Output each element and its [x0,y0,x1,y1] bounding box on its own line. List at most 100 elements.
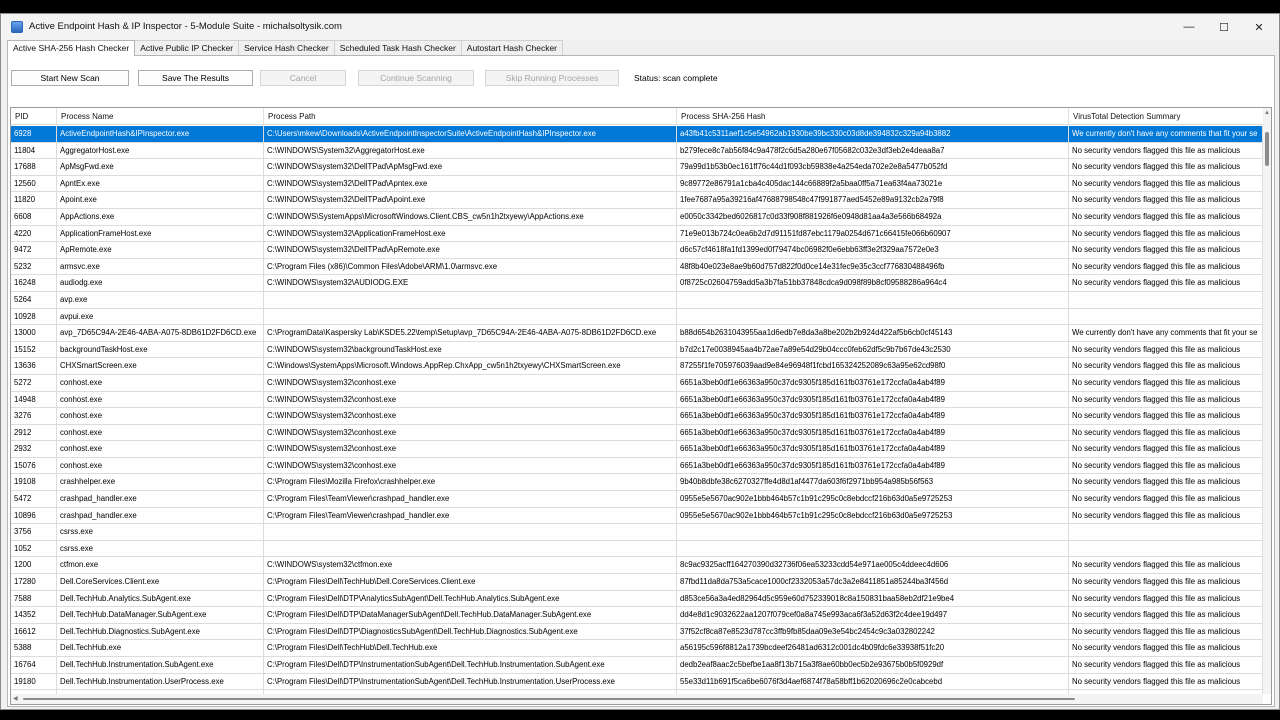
pid-cell[interactable]: 15076 [11,457,57,474]
table-row[interactable]: 15076 conhost.exe C:\WINDOWS\system32\conh… [11,457,1263,475]
pid-cell[interactable]: 10928 [11,308,57,325]
horizontal-scrollbar[interactable]: ◀ [11,694,1263,704]
table-row[interactable]: 5232 armsvc.exe C:\Program Files (x86)\Com… [11,258,1263,276]
table-row[interactable]: 16612 Dell.TechHub.Diagnostics.SubAgent.e… [11,623,1263,641]
pid-cell[interactable]: 4220 [11,225,57,242]
vt-summary-cell[interactable]: No security vendors flagged this file as… [1069,358,1263,375]
pid-cell[interactable]: 3756 [11,524,57,541]
start-new-scan-button[interactable]: Start New Scan [11,70,129,86]
title-bar[interactable]: Active Endpoint Hash & IP Inspector - 5-… [1,14,1279,40]
process-path-cell[interactable]: C:\WINDOWS\SystemApps\MicrosoftWindows.C… [264,208,677,225]
hash-cell[interactable]: 48f8b40e023e8ae9b60d757d822f0d0ce14e31fe… [677,258,1069,275]
process-path-cell[interactable]: C:\Program Files\Dell\TechHub\Dell.CoreS… [264,574,677,591]
vt-summary-cell[interactable]: No security vendors flagged this file as… [1069,192,1263,209]
column-header-virustotal-summary[interactable]: VirusTotal Detection Summary [1069,108,1271,125]
pid-cell[interactable]: 11820 [11,192,57,209]
pid-cell[interactable]: 12560 [11,175,57,192]
process-path-cell[interactable]: C:\Program Files\TeamViewer\crashpad_han… [264,491,677,508]
hash-cell[interactable] [677,291,1069,308]
pid-cell[interactable]: 5472 [11,491,57,508]
process-name-cell[interactable]: armsvc.exe [57,258,264,275]
pid-cell[interactable]: 5388 [11,640,57,657]
vt-summary-cell[interactable]: No security vendors flagged this file as… [1069,623,1263,640]
process-name-cell[interactable]: ApplicationFrameHost.exe [57,225,264,242]
tab-autostart-hash-checker[interactable]: Autostart Hash Checker [460,40,564,55]
hash-cell[interactable]: 6651a3beb0df1e66363a950c37dc9305f185d161… [677,441,1069,458]
vertical-scrollbar[interactable]: ▲ [1263,108,1271,694]
process-path-cell[interactable]: C:\WINDOWS\system32\ctfmon.exe [264,557,677,574]
vt-summary-cell[interactable]: No security vendors flagged this file as… [1069,159,1263,176]
pid-cell[interactable]: 10896 [11,507,57,524]
hash-cell[interactable]: 1fee7687a95a39216af47688798548c47f991877… [677,192,1069,209]
hash-cell[interactable]: d853ce56a3a4ed82964d5c959e60d752339018c8… [677,590,1069,607]
hash-cell[interactable]: b88d654b2631043955aa1d6edb7e8da3a8be202b… [677,325,1069,342]
pid-cell[interactable]: 13000 [11,325,57,342]
process-name-cell[interactable]: AppActions.exe [57,208,264,225]
vt-summary-cell[interactable]: No security vendors flagged this file as… [1069,408,1263,425]
process-path-cell[interactable]: C:\Users\mkew\Downloads\ActiveEndpointIn… [264,126,677,142]
pid-cell[interactable]: 1052 [11,540,57,557]
pid-cell[interactable]: 19180 [11,673,57,690]
process-name-cell[interactable]: Dell.TechHub.Instrumentation.SubAgent.ex… [57,657,264,673]
hash-cell[interactable]: dd4e8d1c9032622aa1207f079cef0a8a745e993a… [677,607,1069,624]
process-path-cell[interactable]: C:\Program Files\TeamViewer\crashpad_han… [264,507,677,524]
column-header-sha256-hash[interactable]: Process SHA-256 Hash [677,108,1069,125]
hash-cell[interactable]: a43fb41c5311aef1c5e54962ab1930be39bc330c… [677,126,1069,142]
process-path-cell[interactable]: C:\WINDOWS\system32\backgroundTaskHost.e… [264,341,677,358]
process-name-cell[interactable]: ApMsgFwd.exe [57,159,264,176]
vt-summary-cell[interactable]: No security vendors flagged this file as… [1069,457,1263,474]
pid-cell[interactable]: 14948 [11,391,57,408]
process-path-cell[interactable]: C:\Program Files\Dell\DTP\DataManagerSub… [264,607,677,624]
process-path-cell[interactable]: C:\WINDOWS\system32\conhost.exe [264,374,677,391]
hash-cell[interactable]: 8c9ac9325acff164270390d32736f06ea53233cd… [677,557,1069,574]
process-path-cell[interactable]: C:\Program Files\Dell\DTP\AnalyticsSubAg… [264,590,677,607]
vt-summary-cell[interactable]: No security vendors flagged this file as… [1069,491,1263,508]
table-row[interactable]: 16764 Dell.TechHub.Instrumentation.SubAge… [11,657,1263,674]
minimize-button[interactable]: — [1171,14,1207,40]
vt-summary-cell[interactable]: No security vendors flagged this file as… [1069,441,1263,458]
tab-active-sha256-hash-checker[interactable]: Active SHA-256 Hash Checker [7,40,136,56]
vt-summary-cell[interactable]: No security vendors flagged this file as… [1069,657,1263,673]
hash-cell[interactable]: 87255f1fe705976039aad9e84e96948f1fcbd165… [677,358,1069,375]
vt-summary-cell[interactable]: No security vendors flagged this file as… [1069,424,1263,441]
column-header-pid[interactable]: PID [11,108,57,125]
vt-summary-cell[interactable]: No security vendors flagged this file as… [1069,391,1263,408]
process-path-cell[interactable]: C:\WINDOWS\system32\conhost.exe [264,408,677,425]
hash-cell[interactable]: 6651a3beb0df1e66363a950c37dc9305f185d161… [677,391,1069,408]
pid-cell[interactable]: 3276 [11,408,57,425]
vt-summary-cell[interactable]: No security vendors flagged this file as… [1069,258,1263,275]
table-row[interactable]: 5472 crashpad_handler.exe C:\Program Files… [11,491,1263,508]
pid-cell[interactable]: 15152 [11,341,57,358]
process-name-cell[interactable]: avpui.exe [57,308,264,325]
process-path-cell[interactable]: C:\WINDOWS\system32\ApplicationFrameHost… [264,225,677,242]
process-path-cell[interactable] [264,540,677,557]
table-row[interactable]: 13636 CHXSmartScreen.exe C:\Windows\System… [11,358,1263,375]
process-name-cell[interactable]: crashpad_handler.exe [57,491,264,508]
hash-cell[interactable]: 9c89772e86791a1cba4c405dac144c66889f2a5b… [677,175,1069,192]
hash-cell[interactable] [677,540,1069,557]
vt-summary-cell[interactable]: We currently don't have any comments tha… [1069,325,1263,342]
pid-cell[interactable]: 16612 [11,623,57,640]
hash-cell[interactable]: 0955e5e5670ac902e1bbb464b57c1b91c295c0c8… [677,507,1069,524]
process-name-cell[interactable]: Dell.TechHub.Instrumentation.UserProcess… [57,673,264,690]
process-name-cell[interactable]: avp.exe [57,291,264,308]
vt-summary-cell[interactable] [1069,524,1263,541]
vt-summary-cell[interactable]: No security vendors flagged this file as… [1069,275,1263,292]
pid-cell[interactable]: 7588 [11,590,57,607]
maximize-button[interactable]: ☐ [1206,14,1242,40]
hash-cell[interactable]: a56195c596f8812a1739bcdeef26481ad6312c00… [677,640,1069,657]
scroll-left-icon[interactable]: ◀ [13,695,18,702]
vt-summary-cell[interactable] [1069,308,1263,325]
process-name-cell[interactable]: crashhelper.exe [57,474,264,491]
table-row[interactable]: 11820 Apoint.exe C:\WINDOWS\system32\DellT… [11,192,1263,209]
vt-summary-cell[interactable] [1069,540,1263,557]
process-name-cell[interactable]: conhost.exe [57,457,264,474]
continue-scanning-button[interactable]: Continue Scanning [358,70,474,86]
process-path-cell[interactable]: C:\WINDOWS\system32\DellTPad\Apoint.exe [264,192,677,209]
pid-cell[interactable]: 1200 [11,557,57,574]
process-path-cell[interactable]: C:\Program Files\Mozilla Firefox\crashhe… [264,474,677,491]
table-row[interactable]: 12560 ApntEx.exe C:\WINDOWS\system32\DellT… [11,175,1263,193]
table-row[interactable]: 2912 conhost.exe C:\WINDOWS\system32\conho… [11,424,1263,442]
hash-cell[interactable]: 0f8725c02604759add5a3b7fa51bb37848cdca9d… [677,275,1069,292]
process-name-cell[interactable]: audiodg.exe [57,275,264,292]
